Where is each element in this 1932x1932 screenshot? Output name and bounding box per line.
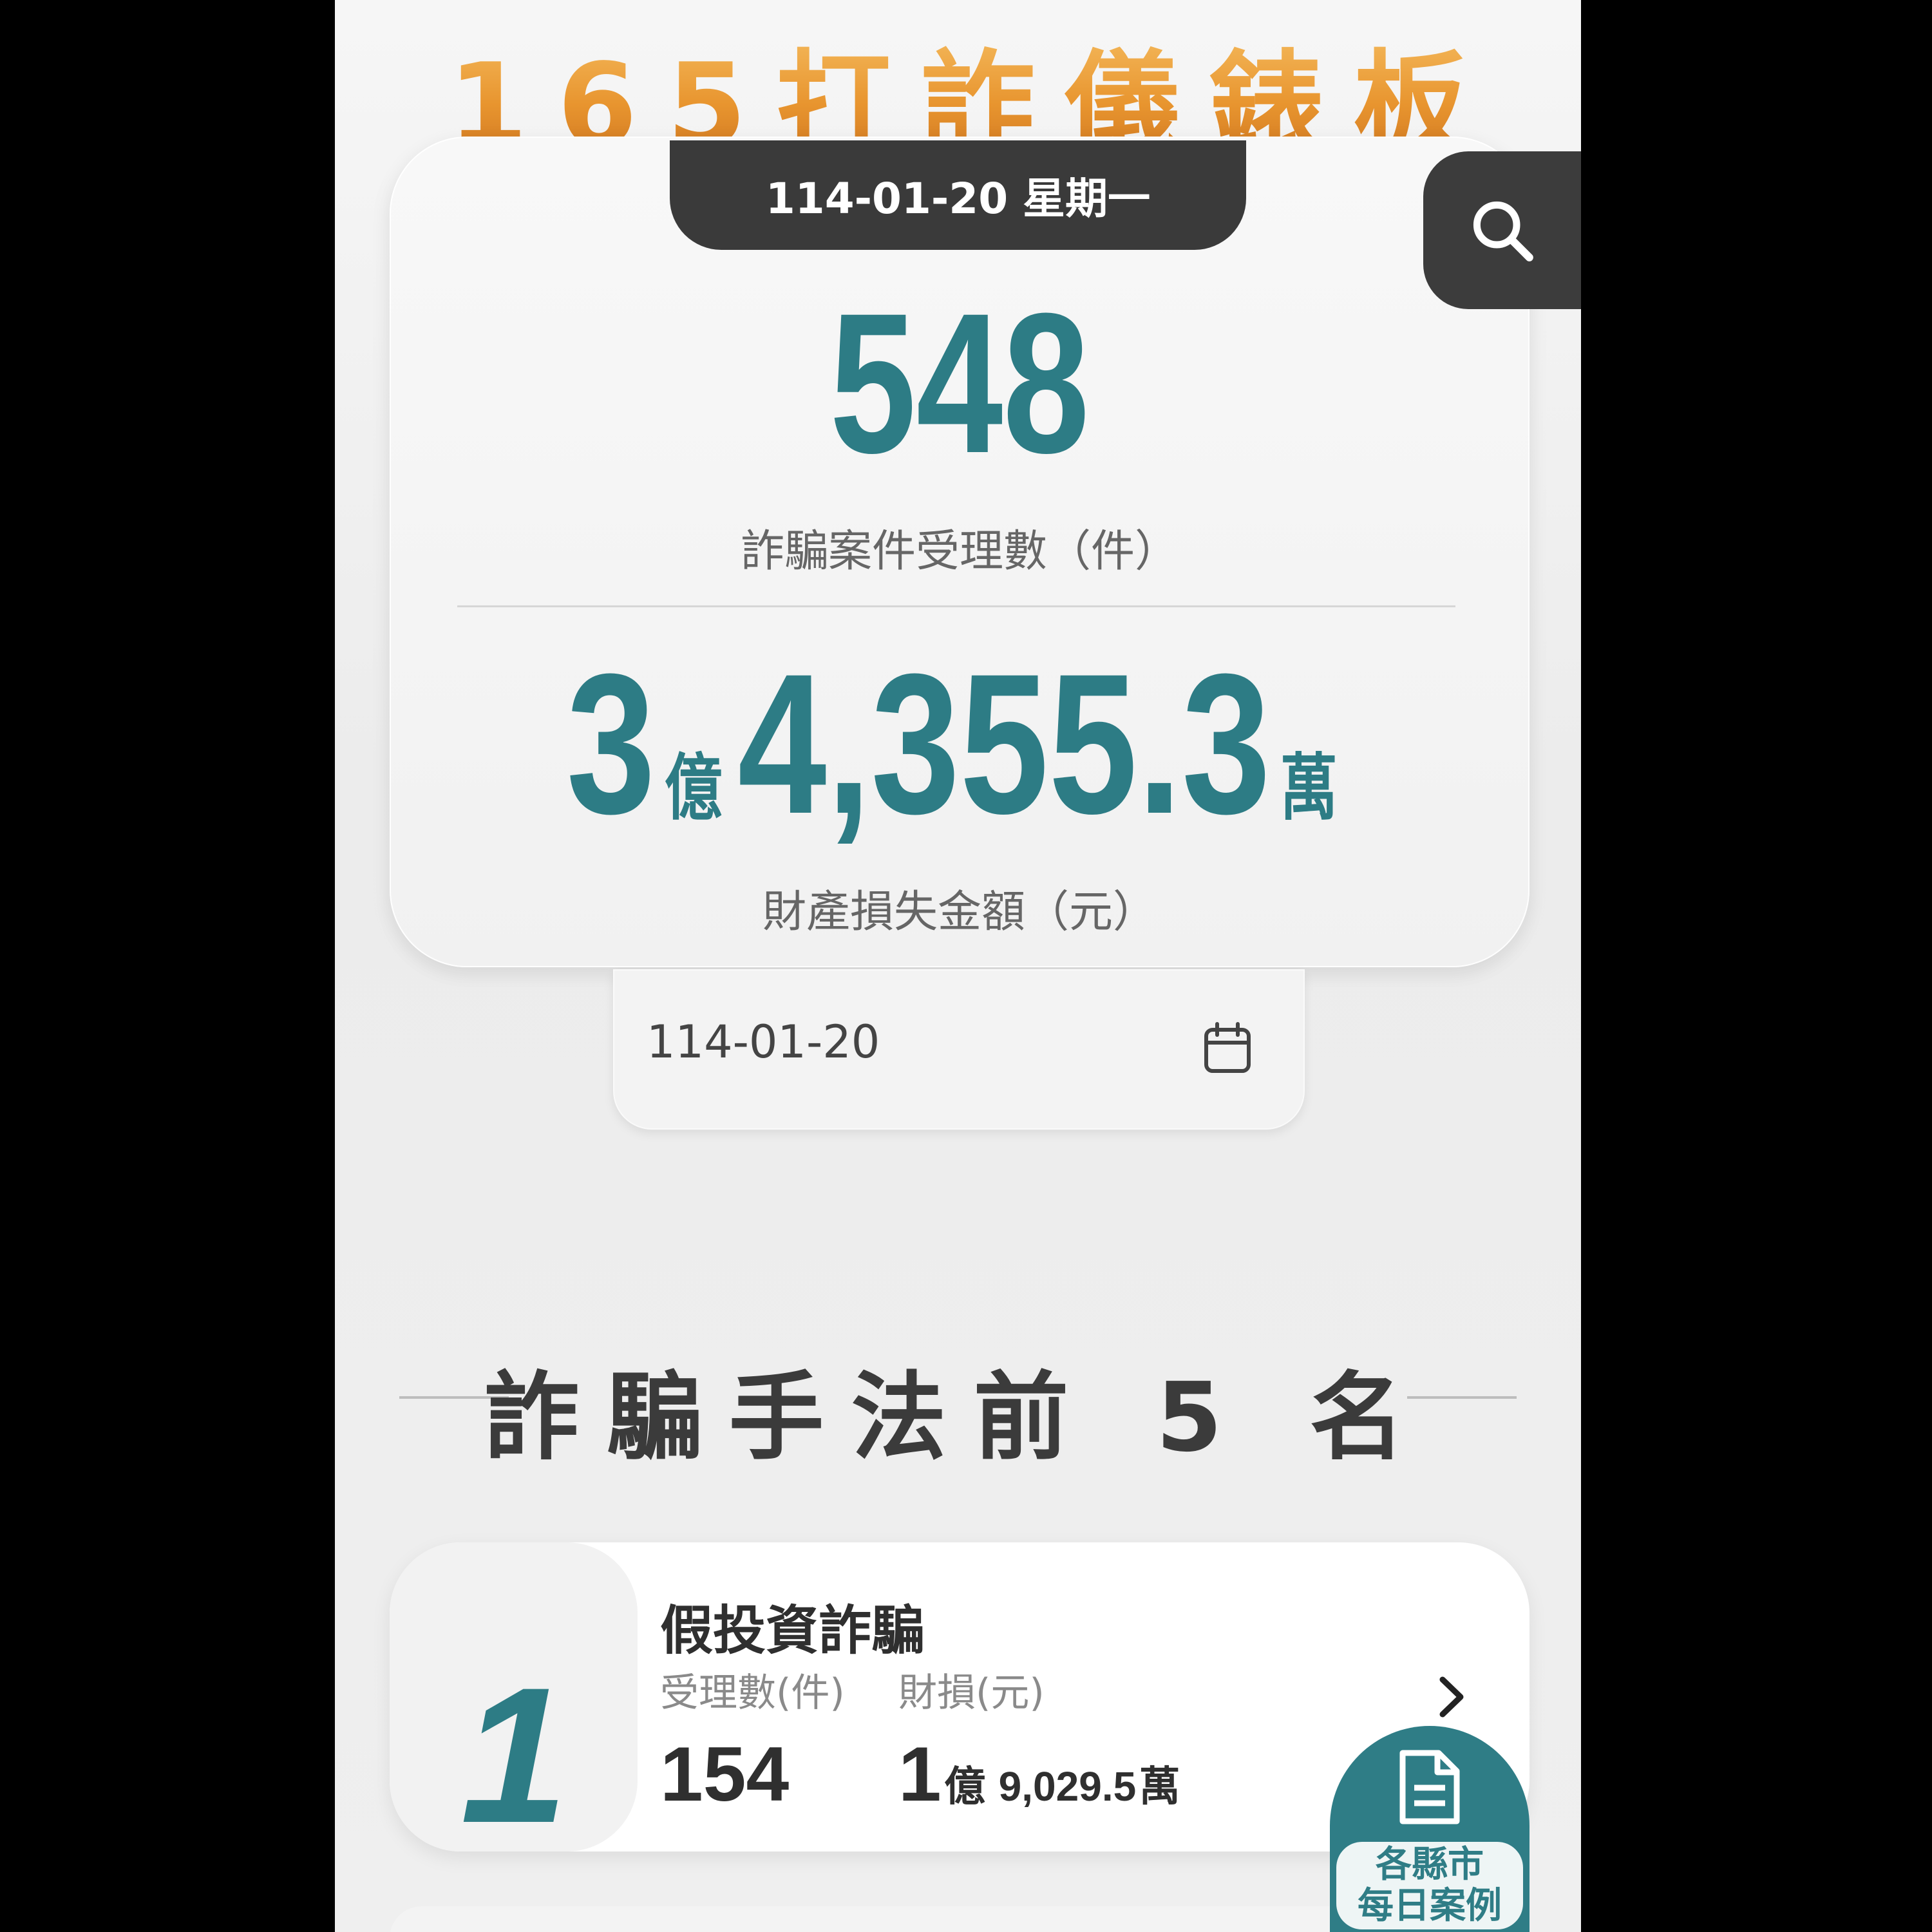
search-icon: [1473, 201, 1533, 261]
method-count: 154: [660, 1731, 790, 1817]
loss-wan-unit: 萬: [1280, 746, 1338, 830]
method-loss-wan-unit: 萬: [1139, 1763, 1180, 1811]
loss-yi-unit: 億: [664, 746, 723, 830]
app-screen: 165打詐儀錶板 114-01-20 星期一 548 詐騙案件受理數（件） 3億…: [335, 0, 1581, 1932]
method-loss-yi-unit: 億: [944, 1763, 986, 1811]
method-loss-wan: 9,029.5: [998, 1763, 1137, 1810]
fab-label: 各縣市 每日案例: [1336, 1842, 1523, 1929]
method-loss: 1 億 9,029.5 萬: [898, 1736, 1180, 1837]
top-methods-title: 詐騙手法前 5 名: [484, 1362, 1432, 1473]
loss-label-small: 財損(元): [898, 1671, 1045, 1716]
section-line-right: [1407, 1396, 1517, 1399]
calendar-icon[interactable]: [1203, 1022, 1252, 1075]
fab-label-line2: 每日案例: [1358, 1885, 1502, 1927]
method-loss-yi: 1: [898, 1731, 942, 1817]
case-count-value: 548: [829, 271, 1090, 495]
method-name: 假投資詐騙: [660, 1600, 925, 1662]
loss-amount: 3 億4,355.3 萬: [390, 644, 1530, 844]
search-button[interactable]: [1423, 151, 1581, 309]
summary-divider: [457, 605, 1455, 607]
fab-label-line1: 各縣市: [1376, 1844, 1484, 1886]
count-label: 受理數(件): [660, 1671, 845, 1716]
loss-wan-value: 4,355.3: [737, 632, 1271, 855]
date-picker-value: 114-01-20: [647, 1016, 880, 1068]
case-count-label: 詐騙案件受理數（件）: [740, 526, 1179, 577]
rank-badge: 1: [390, 1542, 638, 1852]
county-daily-cases-button[interactable]: 各縣市 每日案例: [1330, 1726, 1530, 1932]
current-date-pill: 114-01-20 星期一: [670, 140, 1246, 250]
loss-label: 財產損失金額（元）: [762, 887, 1157, 938]
chevron-right-icon[interactable]: [1436, 1674, 1468, 1719]
loss-yi-value: 3: [566, 632, 656, 855]
date-picker-field[interactable]: 114-01-20: [613, 969, 1305, 1130]
document-icon: [1399, 1750, 1460, 1824]
rank-number: 1: [460, 1647, 568, 1863]
